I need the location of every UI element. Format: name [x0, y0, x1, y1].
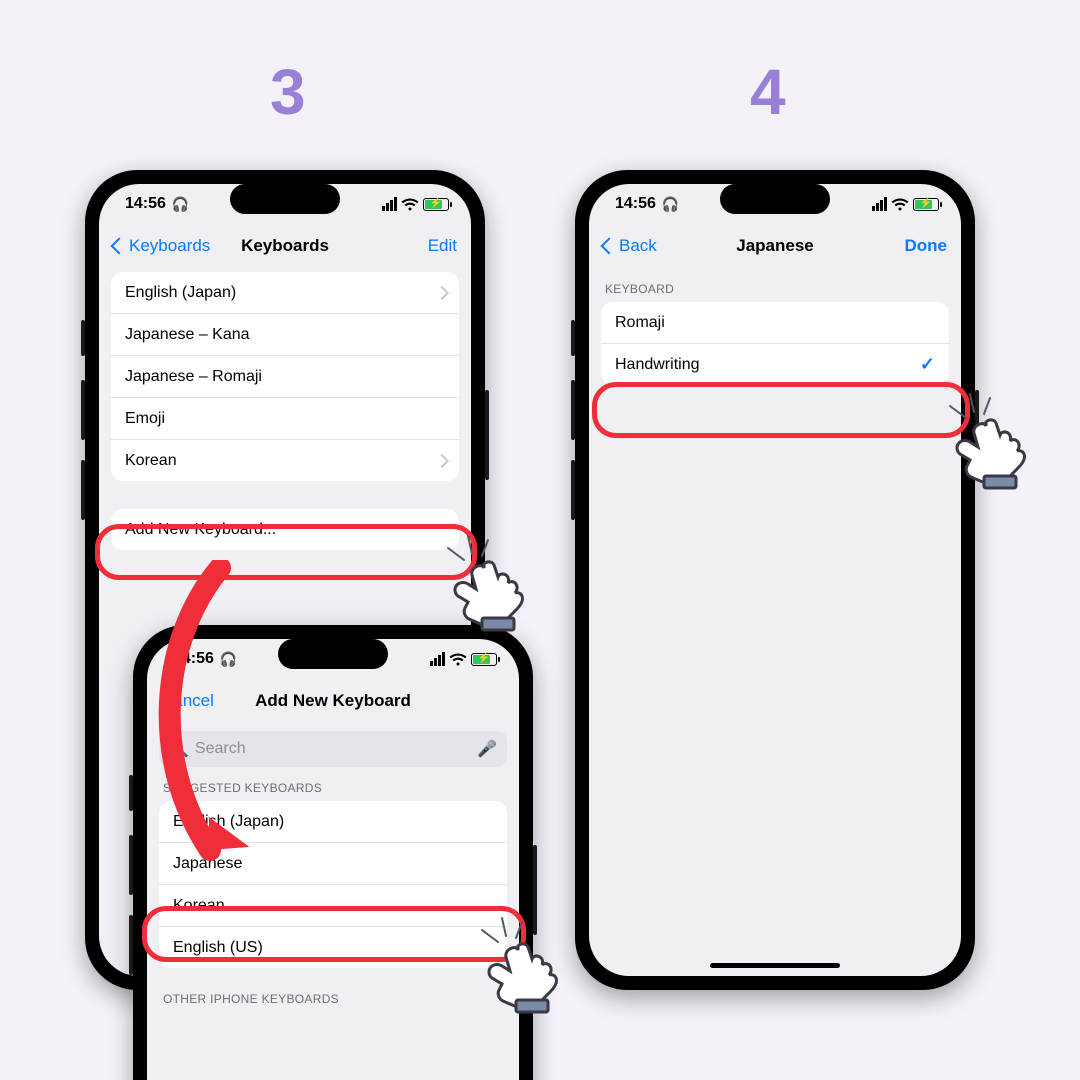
status-time: 14:56	[615, 195, 656, 213]
status-time: 14:56	[173, 650, 214, 668]
cellular-icon	[430, 652, 445, 666]
row-label: Romaji	[615, 314, 665, 332]
chevron-right-icon	[435, 285, 449, 299]
done-button[interactable]: Done	[905, 236, 948, 256]
search-icon: 🔍	[169, 739, 189, 759]
cancel-button[interactable]: Cancel	[161, 691, 214, 711]
wifi-icon	[891, 197, 909, 211]
cancel-label: Cancel	[161, 691, 214, 711]
chevron-left-icon	[601, 238, 618, 255]
row-label: Korean	[125, 452, 177, 470]
headphones-icon: 🎧	[172, 196, 189, 213]
search-input[interactable]: 🔍 Search 🎤	[159, 731, 507, 767]
row-label: English (US)	[173, 939, 263, 957]
row-label: English (Japan)	[173, 813, 284, 831]
battery-icon: ⚡	[913, 198, 939, 211]
wifi-icon	[401, 197, 419, 211]
row-label: Add New Keyboard...	[125, 521, 276, 539]
headphones-icon: 🎧	[220, 651, 237, 668]
row-label: Japanese	[173, 855, 242, 873]
wifi-icon	[449, 652, 467, 666]
row-label: Korean	[173, 897, 225, 915]
nav-bar: Back Japanese Done	[589, 224, 961, 268]
home-indicator	[710, 963, 840, 968]
step-label-3: 3	[270, 55, 306, 129]
row-label: Emoji	[125, 410, 165, 428]
section-header: OTHER IPHONE KEYBOARDS	[147, 968, 519, 1012]
mic-icon: 🎤	[477, 739, 497, 759]
keyboard-type-row-handwriting[interactable]: Handwriting ✓	[601, 343, 949, 385]
back-label: Keyboards	[129, 236, 210, 256]
keyboard-row[interactable]: Japanese – Romaji	[111, 355, 459, 397]
suggested-keyboard-row[interactable]: English (Japan)	[159, 801, 507, 842]
add-new-keyboard-button[interactable]: Add New Keyboard...	[111, 509, 459, 550]
headphones-icon: 🎧	[662, 196, 679, 213]
row-label: Japanese – Kana	[125, 326, 250, 344]
keyboard-row[interactable]: Emoji	[111, 397, 459, 439]
suggested-keyboard-row-japanese[interactable]: Japanese	[159, 842, 507, 884]
section-header: KEYBOARD	[589, 268, 961, 302]
cellular-icon	[382, 197, 397, 211]
keyboard-row[interactable]: Korean	[111, 439, 459, 481]
nav-title: Add New Keyboard	[255, 691, 411, 711]
battery-icon: ⚡	[471, 653, 497, 666]
nav-title: Keyboards	[241, 236, 329, 256]
back-button[interactable]: Keyboards	[113, 236, 210, 256]
step-label-4: 4	[750, 55, 786, 129]
row-label: Japanese – Romaji	[125, 368, 262, 386]
row-label: Handwriting	[615, 356, 699, 374]
phone-japanese: 14:56 🎧 ⚡ Back Japanese Done KEYBOARD Rom…	[575, 170, 975, 990]
edit-button[interactable]: Edit	[428, 236, 457, 256]
section-header: SUGGESTED KEYBOARDS	[147, 767, 519, 801]
suggested-keyboard-row[interactable]: Korean	[159, 884, 507, 926]
back-button[interactable]: Back	[603, 236, 657, 256]
keyboard-row[interactable]: Japanese – Kana	[111, 313, 459, 355]
nav-title: Japanese	[736, 236, 814, 256]
keyboard-type-row[interactable]: Romaji	[601, 302, 949, 343]
battery-icon: ⚡	[423, 198, 449, 211]
checkmark-icon: ✓	[920, 354, 935, 375]
suggested-keyboard-row[interactable]: English (US)	[159, 926, 507, 968]
cellular-icon	[872, 197, 887, 211]
row-label: English (Japan)	[125, 284, 236, 302]
keyboard-row[interactable]: English (Japan)	[111, 272, 459, 313]
search-placeholder: Search	[195, 740, 246, 758]
phone-add-keyboard: 14:56 🎧 ⚡ Cancel Add New Keyboard 🔍 Searc…	[133, 625, 533, 1080]
chevron-right-icon	[435, 453, 449, 467]
nav-bar: Cancel Add New Keyboard	[147, 679, 519, 723]
status-time: 14:56	[125, 195, 166, 213]
back-label: Back	[619, 236, 657, 256]
nav-bar: Keyboards Keyboards Edit	[99, 224, 471, 268]
chevron-left-icon	[111, 238, 128, 255]
